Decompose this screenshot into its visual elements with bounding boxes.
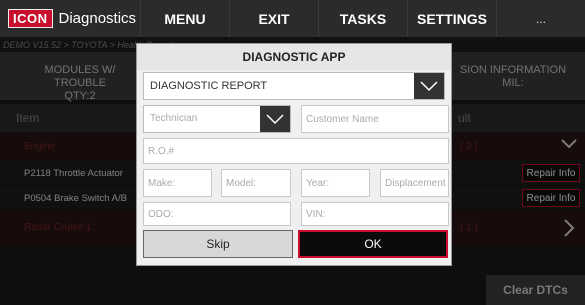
tab-tasks[interactable]: TASKS	[318, 0, 407, 37]
ok-button[interactable]: OK	[298, 230, 448, 258]
tab-exit[interactable]: EXIT	[229, 0, 318, 37]
app-title: Diagnostics	[58, 10, 137, 27]
odo-field[interactable]: ODO:	[143, 202, 291, 226]
model-field[interactable]: Model:	[221, 169, 291, 197]
tab-settings[interactable]: SETTINGS	[407, 0, 496, 37]
report-type-select[interactable]: DIAGNOSTIC REPORT	[143, 72, 445, 100]
technician-select[interactable]: Technician	[143, 105, 291, 133]
icon-logo: ICON	[8, 9, 53, 28]
year-field[interactable]: Year:	[301, 169, 370, 197]
vin-field[interactable]: VIN:	[301, 202, 449, 226]
diagnostic-app-dialog: DIAGNOSTIC APP DIAGNOSTIC REPORT Technic…	[137, 44, 451, 265]
displacement-field[interactable]: Displacement	[380, 169, 449, 197]
dialog-title: DIAGNOSTIC APP	[137, 44, 451, 70]
chevron-down-icon	[414, 73, 444, 99]
ro-number-field[interactable]: R.O.#	[143, 138, 449, 164]
technician-placeholder: Technician	[150, 113, 198, 124]
skip-button[interactable]: Skip	[143, 230, 293, 258]
tab-menu[interactable]: MENU	[140, 0, 229, 37]
customer-name-field[interactable]: Customer Name	[301, 105, 449, 133]
top-bar: ICON Diagnostics MENU EXIT TASKS SETTING…	[0, 0, 585, 38]
report-type-value: DIAGNOSTIC REPORT	[150, 80, 268, 92]
chevron-down-icon	[260, 106, 290, 132]
top-tabs: MENU EXIT TASKS SETTINGS ...	[140, 0, 585, 37]
make-field[interactable]: Make:	[143, 169, 212, 197]
tab-more[interactable]: ...	[496, 0, 585, 37]
brand: ICON Diagnostics	[0, 0, 140, 37]
